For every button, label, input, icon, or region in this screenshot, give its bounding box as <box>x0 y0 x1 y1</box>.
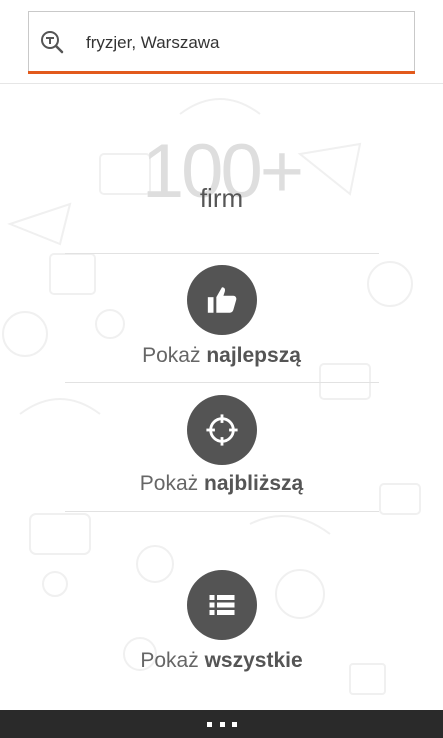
app-bar <box>0 710 443 738</box>
search-focus-underline <box>28 71 415 74</box>
results-count: 100+ firm <box>0 130 443 240</box>
search-input-value[interactable]: fryzjer, Warszawa <box>86 33 220 53</box>
target-icon <box>206 414 238 446</box>
divider <box>65 253 379 254</box>
list-icon <box>209 595 235 615</box>
show-best-circle[interactable] <box>187 265 257 335</box>
show-best-button[interactable]: Pokaż najlepszą <box>0 265 443 380</box>
show-all-circle[interactable] <box>187 570 257 640</box>
show-nearest-label: Pokaż najbliższą <box>139 472 304 495</box>
search-area: fryzjer, Warszawa <box>0 0 443 84</box>
show-all-label: Pokaż wszystkie <box>140 649 303 672</box>
show-best-label: Pokaż najlepszą <box>142 344 301 367</box>
divider <box>65 382 379 383</box>
search-location-icon[interactable] <box>40 30 64 54</box>
show-nearest-button[interactable]: Pokaż najbliższą <box>0 395 443 510</box>
divider <box>65 511 379 512</box>
results-count-unit: firm <box>199 183 244 213</box>
show-all-button[interactable]: Pokaż wszystkie <box>0 570 443 685</box>
thumbs-up-icon <box>207 287 237 313</box>
show-nearest-circle[interactable] <box>187 395 257 465</box>
ellipsis-icon[interactable] <box>207 722 237 728</box>
